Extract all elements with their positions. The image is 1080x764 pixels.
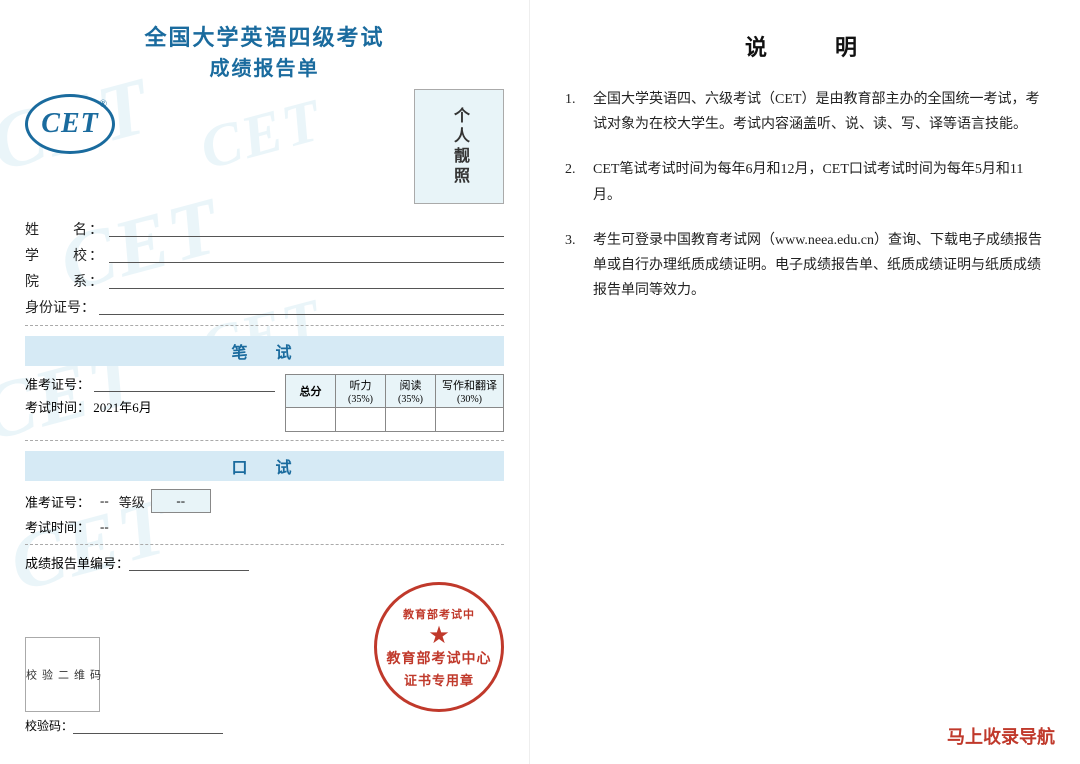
oral-id-value: -- [100,493,109,509]
official-stamp: 教育部考试中 ★ 教育部考试中心 证书专用章 [374,582,504,712]
registered-mark: ® [99,99,107,110]
written-left: 准考证号： 考试时间： 2021年6月 [25,374,275,416]
instruction-text-3: 考生可登录中国教育考试网（www.neea.edu.cn）查询、下载电子成绩报告… [593,228,1045,304]
dept-label: 院 系： [25,271,105,291]
report-number-row: 成绩报告单编号： [25,553,504,572]
stamp-star: ★ [428,624,450,648]
bottom-brand: 马上收录导航 [947,723,1055,749]
id-field-row: 身份证号： [25,297,504,317]
verify-label: 校验码： [25,717,73,734]
instruction-num-1: 1. [565,87,585,137]
cet-logo: ® CET [25,94,115,154]
cert-bottom: 校验二维码 教育部考试中 ★ 教育部考试中心 证书专用章 [25,582,504,712]
oral-time-row: 考试时间： -- [25,517,504,536]
photo-label: 个人靓照 [447,107,471,187]
report-number-value [129,555,249,571]
stamp-top: 教育部考试中 [403,606,475,622]
cert-title: 全国大学英语四级考试 成绩报告单 [25,20,504,81]
cet-logo-text: CET [41,108,98,140]
school-field-row: 学 校： [25,245,504,265]
oral-time-label: 考试时间： [25,517,90,536]
score-header-row: 总分 听力(35%) 阅读(35%) 写作和翻译(30%) [286,375,504,408]
id-value [99,299,504,315]
written-time-value: 2021年6月 [93,400,152,415]
divider-2 [25,440,504,441]
instructions-title: 说 明 [565,30,1045,62]
oral-id-label: 准考证号： [25,492,90,511]
written-id-label: 准考证号： [25,374,90,393]
instruction-num-2: 2. [565,157,585,207]
cet-logo-circle: ® CET [25,94,115,154]
reading-header: 阅读(35%) [386,375,436,408]
report-number-label: 成绩报告单编号： [25,553,129,572]
qr-label: 校验二维码 [23,669,103,681]
name-value [109,221,504,237]
listening-value [336,408,386,432]
cert-content: 全国大学英语四级考试 成绩报告单 ® CET 个人靓照 姓 名： 学 校： [25,20,504,734]
school-value [109,247,504,263]
written-id-row: 准考证号： [25,374,275,393]
verify-value [73,718,223,734]
certificate-panel: CET CET CET CET CET CET 全国大学英语四级考试 成绩报告单… [0,0,530,764]
grade-value-box: -- [151,489,211,513]
qr-section: 校验二维码 [25,637,100,712]
written-row: 准考证号： 考试时间： 2021年6月 总分 听力(35%) 阅读(35%) [25,374,504,432]
qr-box: 校验二维码 [25,637,100,712]
instruction-text-2: CET笔试考试时间为每年6月和12月，CET口试考试时间为每年5月和11月。 [593,157,1045,207]
cert-title-main: 全国大学英语四级考试 [25,20,504,52]
written-id-value [94,376,275,392]
writing-header: 写作和翻译(30%) [436,375,504,408]
score-table-container: 总分 听力(35%) 阅读(35%) 写作和翻译(30%) [285,374,504,432]
score-table: 总分 听力(35%) 阅读(35%) 写作和翻译(30%) [285,374,504,432]
verify-row: 校验码： [25,717,504,734]
name-label: 姓 名： [25,219,105,239]
oral-id-row: 准考证号： -- 等级 -- [25,489,504,513]
writing-value [436,408,504,432]
stamp-main: 教育部考试中心 [387,648,492,668]
cert-title-sub: 成绩报告单 [25,52,504,81]
stamp-sub: 证书专用章 [404,670,474,689]
total-value [286,408,336,432]
listening-header: 听力(35%) [336,375,386,408]
name-field-row: 姓 名： [25,219,504,239]
written-time-row: 考试时间： 2021年6月 [25,397,275,416]
divider-3 [25,544,504,545]
oral-grade-box: 等级 -- [119,489,211,513]
grade-label: 等级 [119,492,145,511]
total-header: 总分 [286,375,336,408]
oral-header: 口 试 [25,451,504,481]
dept-value [109,273,504,289]
score-value-row [286,408,504,432]
reading-value [386,408,436,432]
instruction-item-2: 2. CET笔试考试时间为每年6月和12月，CET口试考试时间为每年5月和11月… [565,157,1045,207]
written-header: 笔 试 [25,336,504,366]
dept-field-row: 院 系： [25,271,504,291]
photo-box: 个人靓照 [414,89,504,204]
id-label: 身份证号： [25,297,95,317]
cert-header: ® CET 个人靓照 [25,89,504,204]
divider-1 [25,325,504,326]
school-label: 学 校： [25,245,105,265]
instruction-item-1: 1. 全国大学英语四、六级考试（CET）是由教育部主办的全国统一考试，考试对象为… [565,87,1045,137]
grade-value: -- [176,493,185,509]
instruction-num-3: 3. [565,228,585,304]
oral-section: 口 试 准考证号： -- 等级 -- 考试时间： -- [25,451,504,536]
written-section: 笔 试 准考证号： 考试时间： 2021年6月 总分 [25,336,504,432]
instructions-panel: 说 明 1. 全国大学英语四、六级考试（CET）是由教育部主办的全国统一考试，考… [530,0,1080,764]
instruction-item-3: 3. 考生可登录中国教育考试网（www.neea.edu.cn）查询、下载电子成… [565,228,1045,304]
written-time-label: 考试时间： [25,400,90,415]
instruction-text-1: 全国大学英语四、六级考试（CET）是由教育部主办的全国统一考试，考试对象为在校大… [593,87,1045,137]
oral-time-value: -- [100,519,109,535]
